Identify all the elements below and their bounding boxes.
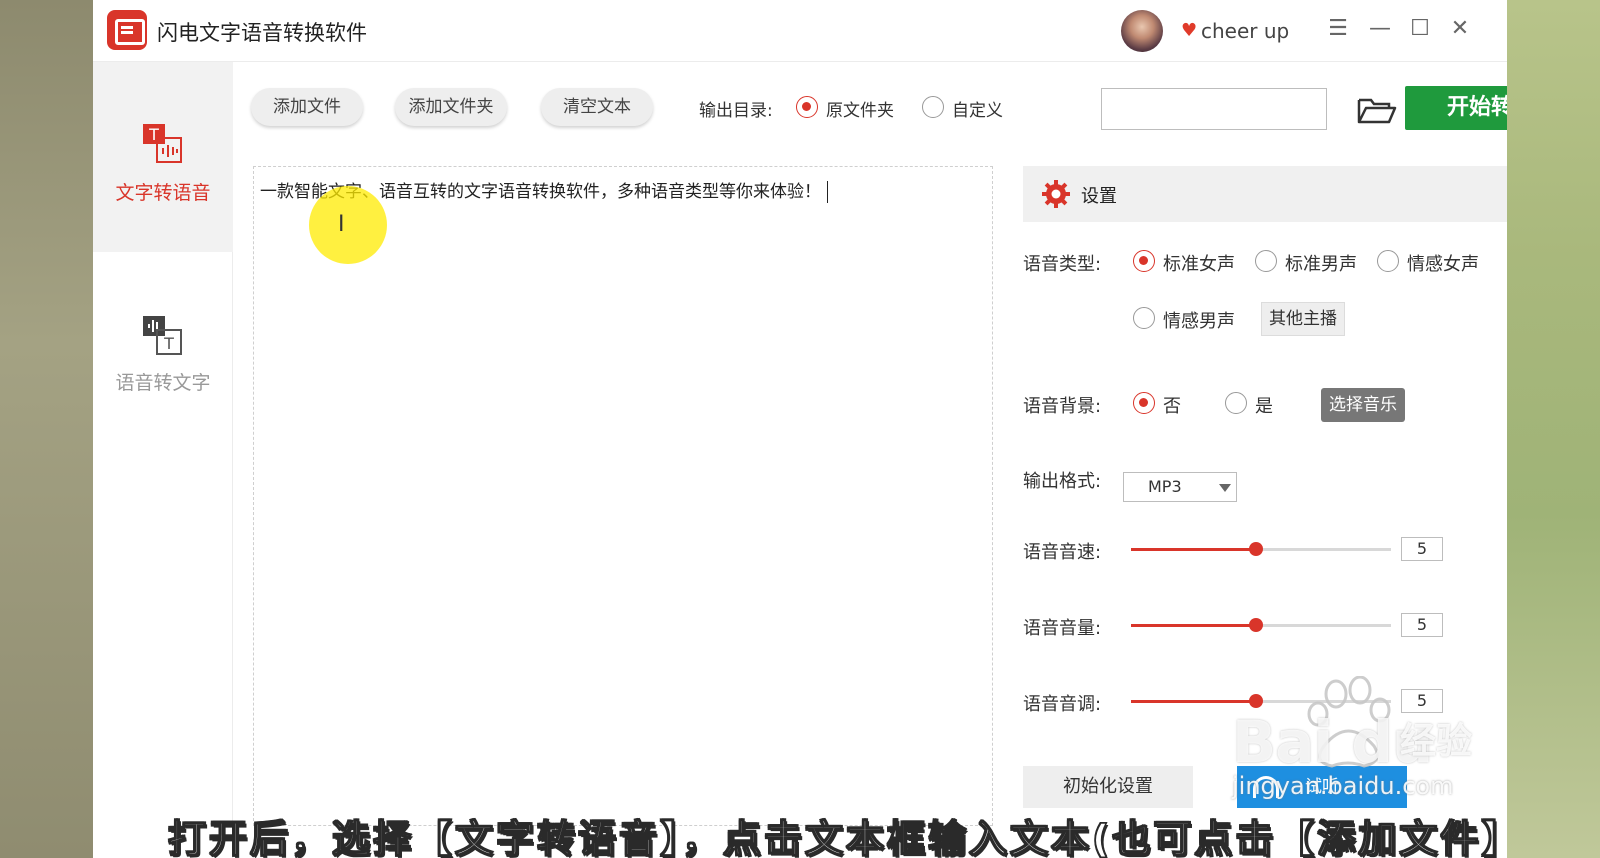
vip-heart-icon: ♥ <box>1181 20 1198 41</box>
format-label: 输出格式: <box>1023 471 1102 492</box>
reset-settings-button[interactable]: 初始化设置 <box>1023 766 1193 808</box>
volume-value-box[interactable]: 5 <box>1401 613 1443 637</box>
user-avatar[interactable] <box>1121 10 1163 52</box>
add-file-button[interactable]: 添加文件 <box>251 88 363 126</box>
background-left <box>0 0 93 858</box>
output-path-input[interactable] <box>1101 88 1327 130</box>
pitch-label: 语音音调: <box>1023 694 1102 715</box>
volume-label: 语音音量: <box>1023 618 1102 639</box>
speed-label: 语音音速: <box>1023 542 1102 563</box>
watermark-brand-cn: 经验 <box>1400 721 1473 762</box>
other-anchor-button[interactable]: 其他主播 <box>1261 302 1345 336</box>
background-right <box>1504 0 1600 858</box>
speed-slider-fill <box>1131 548 1256 551</box>
background-no-label: 否 <box>1163 396 1181 417</box>
video-subtitle: 打开后，选择【文字转语音】，点击文本框输入文本(也可点击【添加文件】 <box>167 816 1523 858</box>
voice-emotional-male-radio[interactable] <box>1133 307 1155 329</box>
chevron-down-icon[interactable] <box>1219 484 1231 492</box>
output-custom-label: 自定义 <box>952 101 1003 121</box>
voice-emotional-female-radio[interactable] <box>1377 250 1399 272</box>
background-no-radio[interactable] <box>1133 392 1155 414</box>
speed-value-box[interactable]: 5 <box>1401 537 1443 561</box>
voice-standard-female-label: 标准女声 <box>1163 254 1235 275</box>
gear-icon <box>1042 180 1070 208</box>
background-yes-label: 是 <box>1255 396 1273 417</box>
app-logo-icon <box>107 10 147 50</box>
background-yes-radio[interactable] <box>1225 392 1247 414</box>
voice-emotional-female-label: 情感女声 <box>1407 254 1479 275</box>
sidebar-item-speech-to-text[interactable]: T 语音转文字 <box>93 252 233 442</box>
title-bar: 闪电文字语音转换软件 ♥ cheer up ☰ — ☐ ✕ <box>93 0 1507 62</box>
svg-text:T: T <box>163 334 174 353</box>
text-caret <box>827 181 828 203</box>
speech-to-text-icon: T <box>143 316 182 355</box>
start-convert-button[interactable]: 开始转换 <box>1405 86 1507 130</box>
clear-text-button[interactable]: 清空文本 <box>541 88 653 126</box>
open-folder-icon[interactable] <box>1357 96 1397 124</box>
close-icon[interactable]: ✕ <box>1445 14 1475 44</box>
add-folder-button[interactable]: 添加文件夹 <box>395 88 507 126</box>
ibeam-cursor-icon: I <box>338 212 345 237</box>
output-dir-label: 输出目录: <box>699 101 773 121</box>
user-name[interactable]: cheer up <box>1201 19 1289 43</box>
watermark-url: jingyan.baidu.com <box>1232 772 1454 800</box>
volume-slider-fill <box>1131 624 1256 627</box>
cursor-highlight <box>309 186 387 264</box>
voice-standard-female-radio[interactable] <box>1133 250 1155 272</box>
output-original-folder-label: 原文件夹 <box>826 101 894 121</box>
sidebar-item-label: 文字转语音 <box>115 182 211 204</box>
sidebar-item-text-to-speech[interactable]: T 文字转语音 <box>93 62 233 252</box>
settings-title: 设置 <box>1081 186 1117 207</box>
sidebar-item-label: 语音转文字 <box>115 372 211 394</box>
text-to-speech-icon: T <box>143 124 182 163</box>
output-custom-radio[interactable] <box>922 96 944 118</box>
voice-emotional-male-label: 情感男声 <box>1163 311 1235 332</box>
background-label: 语音背景: <box>1023 396 1102 417</box>
minimize-icon[interactable]: — <box>1365 14 1395 44</box>
sidebar: T 文字转语音 T 语音转文字 <box>93 62 233 858</box>
app-title: 闪电文字语音转换软件 <box>157 21 367 45</box>
menu-icon[interactable]: ☰ <box>1323 14 1353 44</box>
choose-music-button[interactable]: 选择音乐 <box>1321 388 1405 422</box>
voice-standard-male-label: 标准男声 <box>1285 254 1357 275</box>
text-input-area[interactable]: 一款智能文字、语音互转的文字语音转换软件，多种语音类型等你来体验！ <box>253 166 993 826</box>
output-original-folder-radio[interactable] <box>796 96 818 118</box>
maximize-icon[interactable]: ☐ <box>1405 14 1435 44</box>
speed-slider-thumb[interactable] <box>1249 542 1263 556</box>
settings-header: 设置 <box>1023 166 1507 222</box>
volume-slider-thumb[interactable] <box>1249 618 1263 632</box>
voice-type-label: 语音类型: <box>1023 254 1102 275</box>
voice-standard-male-radio[interactable] <box>1255 250 1277 272</box>
